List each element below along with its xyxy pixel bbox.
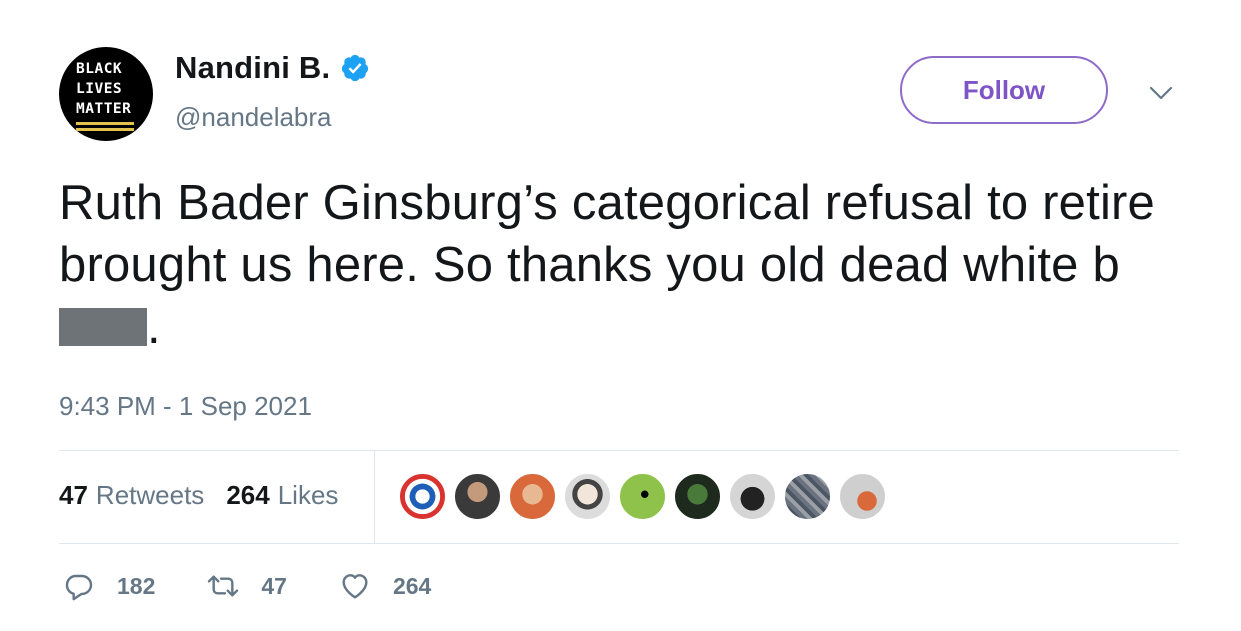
reply-button[interactable]: 182 <box>63 570 155 602</box>
divider <box>59 543 1179 544</box>
heart-icon <box>342 574 368 599</box>
verified-badge-icon <box>342 54 369 82</box>
author-avatar[interactable]: BLACK LIVES MATTER <box>59 47 153 141</box>
liker-avatar-6[interactable] <box>673 472 722 521</box>
like-button[interactable]: 264 <box>339 570 431 602</box>
avatar-stripe <box>76 122 134 125</box>
likes-stat[interactable]: 264 Likes <box>226 480 338 511</box>
liker-avatar-8[interactable] <box>783 472 832 521</box>
tweet-actions: 182 47 264 <box>63 570 483 602</box>
liker-avatar-3[interactable] <box>508 472 557 521</box>
author-name-row[interactable]: Nandini B. <box>175 50 370 86</box>
liker-avatar-9[interactable] <box>838 472 887 521</box>
reply-count: 182 <box>117 572 156 599</box>
reply-icon <box>65 574 93 601</box>
follow-button[interactable]: Follow <box>900 56 1108 124</box>
stats-divider <box>374 450 375 543</box>
liker-avatar-7[interactable] <box>728 472 777 521</box>
liker-avatar-5[interactable] <box>618 472 667 521</box>
chevron-down-icon[interactable] <box>1148 84 1174 102</box>
tweet-text-main: Ruth Bader Ginsburg’s categorical refusa… <box>59 176 1155 292</box>
liker-avatar-4[interactable] <box>563 472 612 521</box>
retweet-icon <box>208 575 239 597</box>
tweet-timestamp[interactable]: 9:43 PM - 1 Sep 2021 <box>59 391 312 422</box>
author-handle[interactable]: @nandelabra <box>175 102 332 133</box>
tweet-text-end: . <box>147 300 161 354</box>
retweets-stat[interactable]: 47 Retweets <box>59 480 204 511</box>
like-count: 264 <box>392 572 432 599</box>
retweet-count: 47 <box>261 572 287 599</box>
liker-avatar-2[interactable] <box>453 472 502 521</box>
redaction-block <box>59 308 147 346</box>
avatar-stripe <box>76 128 134 131</box>
avatar-text: BLACK LIVES MATTER <box>76 61 132 117</box>
tweet-stats: 47 Retweets 264 Likes <box>59 480 360 511</box>
retweet-button[interactable]: 47 <box>207 570 287 602</box>
liker-avatars <box>398 472 893 521</box>
liker-avatar-1[interactable] <box>398 472 447 521</box>
divider <box>59 450 1179 451</box>
tweet-text: Ruth Bader Ginsburg’s categorical refusa… <box>59 172 1189 358</box>
author-display-name[interactable]: Nandini B. <box>175 50 330 86</box>
